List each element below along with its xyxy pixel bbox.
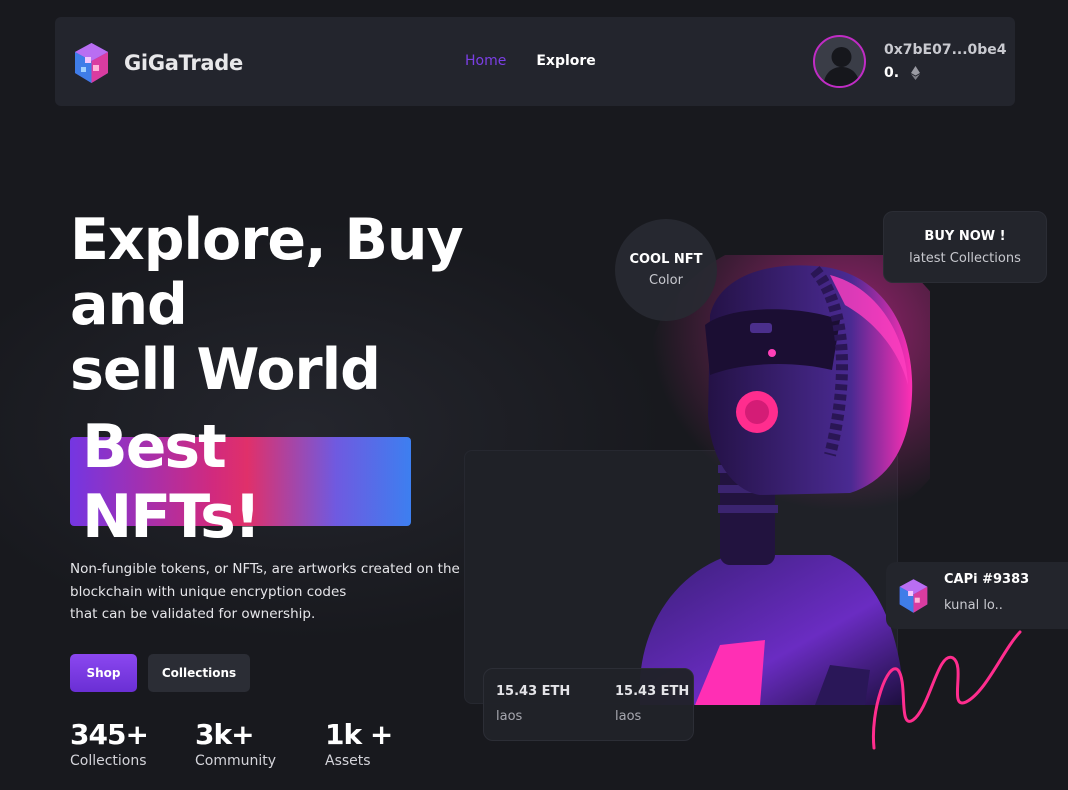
eth-value: 15.43 ETH (496, 684, 571, 699)
ethereum-icon (911, 66, 921, 80)
brand-name: GiGaTrade (124, 51, 243, 75)
shop-button[interactable]: Shop (70, 654, 137, 692)
eth-price-card: 15.43 ETH laos 15.43 ETH laos (483, 668, 694, 741)
cool-badge-title: COOL NFT (629, 252, 703, 267)
buy-now-card[interactable]: BUY NOW ! latest Collections (883, 211, 1047, 283)
buy-now-title: BUY NOW ! (924, 228, 1006, 244)
avatar[interactable] (813, 35, 866, 88)
highlight-banner: Best NFTs! (70, 412, 411, 552)
nav-home-link[interactable]: Home (465, 53, 506, 69)
cube-logo-icon (75, 43, 108, 83)
stat-collections: 345+ Collections (70, 718, 149, 769)
eth-label: laos (496, 709, 523, 724)
collections-button[interactable]: Collections (148, 654, 250, 692)
hero-title-line: sell World (70, 337, 381, 403)
stat-label: Collections (70, 753, 147, 769)
description-line: blockchain with unique encryption codes (70, 583, 347, 600)
wallet-balance-value: 0. (884, 65, 900, 81)
capi-subtitle: kunal lo.. (944, 598, 1003, 613)
capi-card[interactable]: CAPi #9383 kunal lo.. (886, 562, 1068, 629)
navbar: GiGaTrade Home Explore 0x7bE07...0be4 0. (55, 17, 1015, 106)
stat-label: Assets (325, 753, 371, 769)
stat-label: Community (195, 753, 277, 769)
decorative-squiggle-icon (871, 630, 1022, 750)
description-line: Non-fungible tokens, or NFTs, are artwor… (70, 561, 460, 577)
buy-now-subtitle: latest Collections (909, 250, 1021, 266)
description-line: that can be validated for ownership. (70, 606, 316, 622)
hero-description: Non-fungible tokens, or NFTs, are artwor… (70, 558, 470, 626)
stat-value: 345+ (70, 718, 149, 751)
stat-assets: 1k + Assets (325, 718, 393, 769)
capi-title: CAPi #9383 (944, 572, 1030, 587)
eth-item: 15.43 ETH laos (615, 684, 689, 724)
nav-links: Home Explore (465, 53, 596, 69)
highlight-text: Best NFTs! (82, 411, 261, 552)
hero-title-line: and (70, 272, 188, 338)
eth-label: laos (615, 709, 642, 724)
cool-nft-badge: COOL NFT Color (615, 219, 717, 321)
stat-value: 1k + (325, 718, 393, 751)
eth-value: 15.43 ETH (615, 684, 690, 699)
user-silhouette-icon (823, 47, 860, 86)
hero-title: Explore, Buy and sell World (70, 207, 464, 403)
eth-item: 15.43 ETH laos (496, 684, 570, 724)
wallet-address: 0x7bE07...0be4 (884, 42, 1007, 58)
hero-title-line: Explore, Buy (70, 207, 464, 273)
stat-value: 3k+ (195, 718, 255, 751)
stat-community: 3k+ Community (195, 718, 276, 769)
cube-logo-icon (899, 579, 928, 613)
nav-explore-link[interactable]: Explore (536, 53, 595, 69)
brand[interactable]: GiGaTrade (73, 41, 243, 85)
cool-badge-subtitle: Color (649, 273, 683, 288)
wallet-balance: 0. (884, 65, 921, 81)
